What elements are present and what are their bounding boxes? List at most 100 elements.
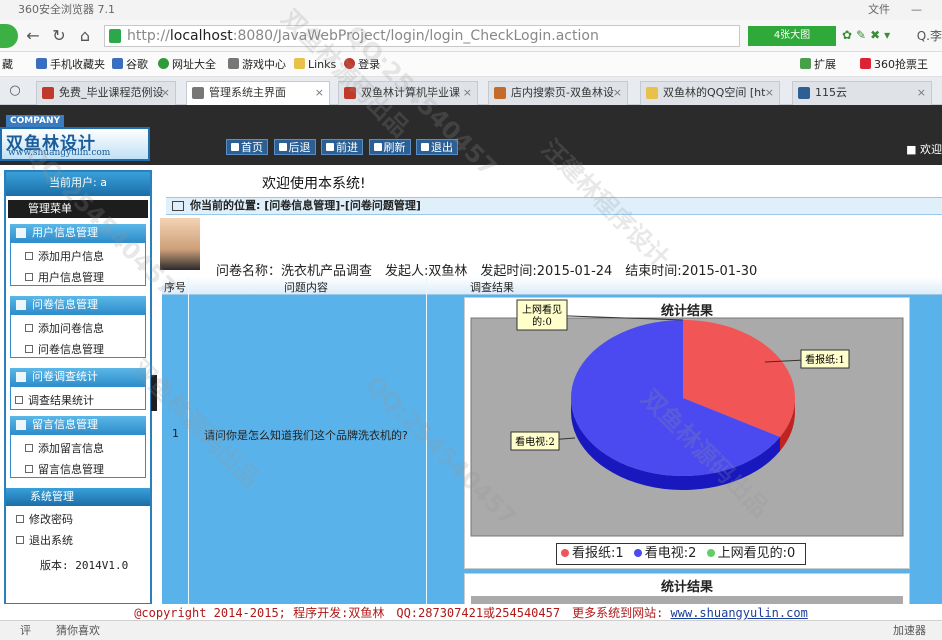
- sidebar-item-manage-survey[interactable]: 问卷信息管理: [25, 341, 104, 357]
- column-divider: [426, 277, 427, 605]
- bookmark-label: 游戏中心: [242, 58, 286, 71]
- shield-icon: [109, 29, 121, 43]
- table-header: 序号 问题内容 调查结果: [162, 277, 942, 295]
- system-menu[interactable]: 系统管理: [6, 488, 150, 506]
- menu-title-label: 管理菜单: [28, 202, 72, 215]
- group-stats-items: 调查结果统计: [10, 386, 146, 410]
- toolbar-icons[interactable]: ✿✎✖▾: [842, 28, 894, 42]
- refresh-icon[interactable]: ↻: [48, 25, 70, 47]
- nav-back-button[interactable]: 后退: [273, 139, 316, 155]
- group-survey[interactable]: 问卷信息管理: [10, 296, 146, 314]
- group-user[interactable]: 用户信息管理: [10, 224, 146, 242]
- column-divider: [188, 277, 189, 605]
- big-image-button[interactable]: 4张大图: [748, 26, 836, 46]
- ticket-extension[interactable]: 360抢票王: [860, 52, 928, 77]
- login-icon: [344, 58, 355, 69]
- file-menu[interactable]: 文件: [868, 0, 890, 20]
- tab-graduation[interactable]: 双鱼林计算机毕业课 ×: [338, 81, 478, 105]
- tab-qzone[interactable]: 双鱼林的QQ空间 [ht ×: [640, 81, 780, 105]
- minimize-button[interactable]: —: [911, 0, 922, 20]
- legend-dot: [561, 549, 569, 557]
- bookmark-games[interactable]: 游戏中心: [228, 52, 286, 77]
- close-icon[interactable]: ×: [161, 82, 170, 104]
- legend-label: 上网看见的:0: [717, 546, 796, 561]
- bookmark-label: Links: [308, 58, 337, 71]
- bookmark-links[interactable]: Links: [294, 52, 336, 77]
- bookmark-sites[interactable]: 网址大全: [158, 52, 216, 77]
- back-arrow-icon[interactable]: ←: [22, 25, 44, 47]
- group-survey-items: 添加问卷信息 问卷信息管理: [10, 314, 146, 358]
- close-icon[interactable]: ×: [463, 82, 472, 104]
- sidebar: 当前用户: a 管理菜单 用户信息管理 添加用户信息 用户信息管理 问卷信息管理…: [4, 170, 152, 605]
- group-stats[interactable]: 问卷调查统计: [10, 368, 146, 386]
- tab-favicon: [798, 87, 810, 99]
- nav-home-button[interactable]: 首页: [226, 139, 268, 155]
- breadcrumb: 你当前的位置: [问卷信息管理]-[问卷问题管理]: [166, 197, 942, 215]
- item-label: 问卷信息管理: [38, 343, 104, 356]
- site-link[interactable]: www.shuangyulin.com: [671, 606, 808, 620]
- power-icon: [421, 143, 429, 151]
- bullet-icon: [16, 536, 24, 544]
- search-box[interactable]: Q.李: [917, 27, 942, 44]
- close-icon[interactable]: ×: [765, 82, 774, 104]
- tab-course[interactable]: 免费_毕业课程范例设 ×: [36, 81, 176, 105]
- tab-admin[interactable]: 管理系统主界面 ×: [186, 81, 330, 105]
- item-label: 用户信息管理: [38, 271, 104, 284]
- bookmark-item[interactable]: 藏: [2, 52, 13, 77]
- sidebar-item-manage-user[interactable]: 用户信息管理: [25, 269, 104, 285]
- url-host: localhost: [169, 28, 233, 44]
- welcome-top: ■ 欢迎: [906, 143, 942, 156]
- slice-label: 看报纸:1: [805, 353, 845, 366]
- nav-label: 首页: [241, 141, 263, 154]
- sidebar-item-survey-results[interactable]: 调查结果统计: [15, 392, 94, 408]
- url-path: :8080/JavaWebProject/login/login_CheckLo…: [232, 28, 599, 44]
- sidebar-item-add-user[interactable]: 添加用户信息: [25, 248, 104, 264]
- reload-tab-icon[interactable]: ○: [4, 80, 26, 102]
- close-icon[interactable]: ×: [315, 82, 324, 104]
- item-label: 添加用户信息: [38, 250, 104, 263]
- back-arrow-icon: [278, 143, 287, 151]
- legend-item: 看报纸:1: [561, 544, 624, 564]
- extensions-button[interactable]: 扩展: [800, 52, 836, 77]
- sidebar-item-change-password[interactable]: 修改密码: [16, 511, 73, 527]
- sidebar-toggle[interactable]: [151, 375, 157, 411]
- sidebar-item-add-message[interactable]: 添加留言信息: [25, 440, 104, 456]
- site-header: COMPANY 双鱼林设计 www.shuangyulin.com 首页 后退 …: [0, 105, 942, 165]
- sidebar-item-manage-message[interactable]: 留言信息管理: [25, 461, 104, 477]
- close-icon[interactable]: ×: [613, 82, 622, 104]
- tab-label: 双鱼林计算机毕业课: [361, 86, 460, 99]
- tab-115[interactable]: 115云 ×: [792, 81, 932, 105]
- group-message[interactable]: 留言信息管理: [10, 416, 146, 434]
- item-label: 添加问卷信息: [38, 322, 104, 335]
- bookmark-login[interactable]: 登录: [344, 52, 380, 77]
- nav-logout-button[interactable]: 退出: [416, 139, 458, 155]
- tab-favicon: [494, 87, 506, 99]
- url-prefix: http://: [127, 28, 170, 44]
- row-question: 请问你是怎么知道我们这个品牌洗衣机的?: [204, 429, 408, 442]
- gamepad-icon: [228, 58, 239, 69]
- sidebar-item-logout[interactable]: 退出系统: [16, 532, 73, 548]
- tab-store[interactable]: 店内搜索页-双鱼林设 ×: [488, 81, 628, 105]
- nav-forward-button[interactable]: 前进: [321, 139, 363, 155]
- row-number: 1: [172, 427, 179, 440]
- tab-favicon: [42, 87, 54, 99]
- sidebar-item-add-survey[interactable]: 添加问卷信息: [25, 320, 104, 336]
- home-icon[interactable]: ⌂: [74, 25, 96, 47]
- sites-icon: [158, 58, 169, 69]
- accelerator-button[interactable]: 加速器: [893, 621, 926, 640]
- bookmark-google[interactable]: 谷歌: [112, 52, 148, 77]
- legend-item: 看电视:2: [633, 544, 696, 564]
- welcome-heading: 欢迎使用本系统!: [262, 176, 366, 192]
- welcome-top-label: 欢迎: [920, 143, 942, 156]
- bullet-icon: [25, 252, 33, 260]
- item-label: 添加留言信息: [38, 442, 104, 455]
- nav-refresh-button[interactable]: 刷新: [368, 139, 411, 155]
- bookmark-mobile[interactable]: 手机收藏夹: [36, 52, 105, 77]
- status-guess[interactable]: 猜你喜欢: [56, 621, 100, 640]
- bookmark-icon: [36, 58, 47, 69]
- status-review[interactable]: 评: [20, 621, 31, 640]
- url-input[interactable]: http://localhost:8080/JavaWebProject/log…: [104, 25, 740, 47]
- bookmark-label: 扩展: [814, 58, 836, 71]
- close-icon[interactable]: ×: [917, 82, 926, 104]
- pie-chart: 统计结果 看报纸:1 看电视:2 上网看见 的:0 看报纸:1 看电视:2 上网看见的…: [464, 297, 910, 569]
